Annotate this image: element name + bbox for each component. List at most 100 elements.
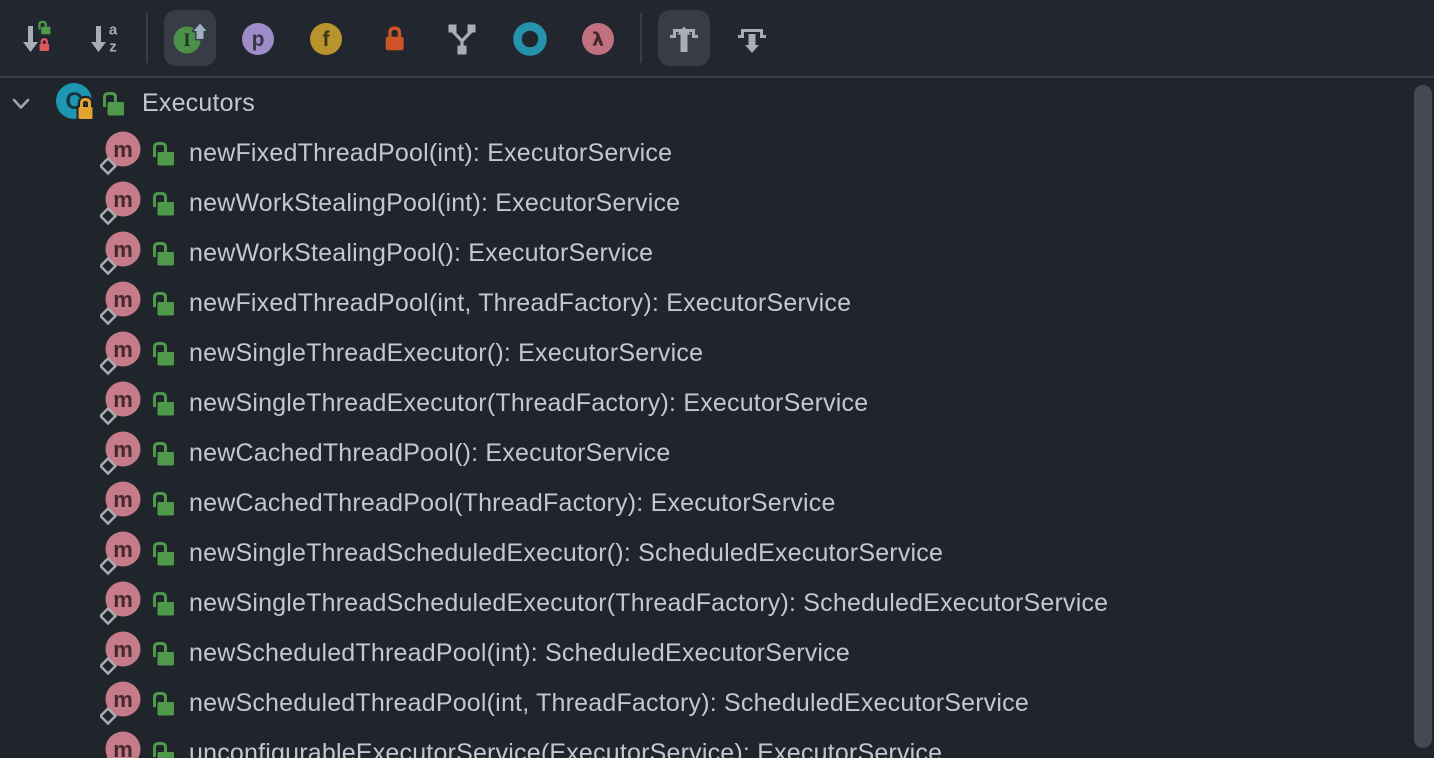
- structure-item-row[interactable]: m newScheduledThreadPool(int, ThreadFact…: [0, 678, 1434, 728]
- method-icon: m: [100, 430, 144, 476]
- arrow-up-into-frame-icon: [666, 20, 702, 56]
- structure-toolbar: a z I p f: [0, 0, 1434, 78]
- class-icon: C: [54, 81, 98, 125]
- structure-item-label: newFixedThreadPool(int): ExecutorService: [189, 139, 672, 168]
- toolbar-separator: [640, 13, 642, 63]
- show-properties-icon: p: [240, 20, 276, 56]
- public-visibility-icon: [150, 240, 176, 267]
- svg-text:z: z: [109, 39, 117, 56]
- svg-text:λ: λ: [592, 29, 604, 51]
- structure-item-label: newScheduledThreadPool(int, ThreadFactor…: [189, 689, 1029, 718]
- structure-item-label: newSingleThreadScheduledExecutor(): Sche…: [189, 539, 943, 568]
- public-visibility-icon: [150, 690, 176, 717]
- public-visibility-icon: [150, 190, 176, 217]
- method-icon: m: [100, 730, 144, 758]
- structure-item-row[interactable]: m newWorkStealingPool(int): ExecutorServ…: [0, 178, 1434, 228]
- show-lambdas-button[interactable]: λ: [572, 10, 624, 66]
- svg-text:m: m: [113, 187, 133, 212]
- svg-text:m: m: [113, 237, 133, 262]
- public-visibility-icon: [150, 390, 176, 417]
- public-visibility-icon: [150, 640, 176, 667]
- public-visibility-icon: [150, 490, 176, 517]
- structure-item-label: unconfigurableExecutorService(ExecutorSe…: [189, 739, 942, 758]
- show-fields-icon: f: [308, 20, 344, 56]
- structure-item-row[interactable]: m newFixedThreadPool(int): ExecutorServi…: [0, 128, 1434, 178]
- toolbar-separator: [146, 13, 148, 63]
- anonymous-class-icon: [444, 20, 480, 56]
- structure-item-label: newScheduledThreadPool(int): ScheduledEx…: [189, 639, 850, 668]
- structure-item-label: newWorkStealingPool(): ExecutorService: [189, 239, 653, 268]
- structure-item-row[interactable]: m newWorkStealingPool(): ExecutorService: [0, 228, 1434, 278]
- structure-popup: a z I p f: [0, 0, 1434, 758]
- structure-item-label: newWorkStealingPool(int): ExecutorServic…: [189, 189, 680, 218]
- structure-item-row[interactable]: m newSingleThreadExecutor(ThreadFactory)…: [0, 378, 1434, 428]
- arrow-down-from-frame-icon: [734, 20, 770, 56]
- method-icon: m: [100, 480, 144, 526]
- public-visibility-icon: [150, 140, 176, 167]
- structure-item-row[interactable]: m newCachedThreadPool(): ExecutorService: [0, 428, 1434, 478]
- sort-by-visibility-icon: [18, 20, 54, 56]
- structure-root-row[interactable]: C Executors: [0, 78, 1434, 128]
- structure-item-row[interactable]: m newSingleThreadScheduledExecutor(Threa…: [0, 578, 1434, 628]
- structure-item-row[interactable]: m unconfigurableExecutorService(Executor…: [0, 728, 1434, 758]
- method-icon: m: [100, 580, 144, 626]
- final-lock-badge: [77, 100, 95, 122]
- show-fields-button[interactable]: f: [300, 10, 352, 66]
- method-icon: m: [100, 230, 144, 276]
- structure-item-label: newCachedThreadPool(): ExecutorService: [189, 439, 670, 468]
- svg-text:f: f: [323, 28, 331, 51]
- svg-text:m: m: [113, 637, 133, 662]
- svg-text:m: m: [113, 687, 133, 712]
- svg-text:m: m: [113, 137, 133, 162]
- public-visibility-icon: [150, 540, 176, 567]
- svg-text:p: p: [252, 28, 265, 51]
- show-non-public-button[interactable]: [368, 10, 420, 66]
- public-visibility-icon: [150, 740, 176, 758]
- show-inherited-button[interactable]: I: [164, 10, 216, 66]
- svg-text:m: m: [113, 337, 133, 362]
- svg-text:m: m: [113, 737, 133, 758]
- structure-item-label: newFixedThreadPool(int, ThreadFactory): …: [189, 289, 851, 318]
- sort-alphabetically-button[interactable]: a z: [78, 10, 130, 66]
- structure-item-row[interactable]: m newFixedThreadPool(int, ThreadFactory)…: [0, 278, 1434, 328]
- vertical-scrollbar-thumb[interactable]: [1414, 85, 1432, 748]
- show-properties-button[interactable]: p: [232, 10, 284, 66]
- method-icon: m: [100, 180, 144, 226]
- structure-item-row[interactable]: m newCachedThreadPool(ThreadFactory): Ex…: [0, 478, 1434, 528]
- structure-item-row[interactable]: m newSingleThreadExecutor(): ExecutorSer…: [0, 328, 1434, 378]
- method-rows: m newFixedThreadPool(int): ExecutorServi…: [0, 128, 1434, 758]
- public-visibility-icon: [150, 340, 176, 367]
- svg-text:m: m: [113, 437, 133, 462]
- chevron-down-icon[interactable]: [8, 90, 34, 116]
- sort-by-visibility-button[interactable]: [10, 10, 62, 66]
- public-visibility-icon: [100, 90, 126, 117]
- svg-text:m: m: [113, 537, 133, 562]
- show-anonymous-classes-button[interactable]: [436, 10, 488, 66]
- structure-item-label: newSingleThreadExecutor(ThreadFactory): …: [189, 389, 868, 418]
- method-icon: m: [100, 280, 144, 326]
- autoscroll-to-source-button[interactable]: [658, 10, 710, 66]
- root-class-label: Executors: [142, 89, 255, 118]
- method-icon: m: [100, 530, 144, 576]
- svg-text:m: m: [113, 587, 133, 612]
- method-icon: m: [100, 680, 144, 726]
- public-visibility-icon: [150, 440, 176, 467]
- public-visibility-icon: [150, 290, 176, 317]
- method-icon: m: [100, 380, 144, 426]
- structure-item-label: newSingleThreadScheduledExecutor(ThreadF…: [189, 589, 1108, 618]
- structure-item-row[interactable]: m newSingleThreadScheduledExecutor(): Sc…: [0, 528, 1434, 578]
- autoscroll-from-source-button[interactable]: [726, 10, 778, 66]
- lambda-icon: λ: [580, 20, 616, 56]
- svg-text:a: a: [109, 22, 118, 39]
- method-icon: m: [100, 130, 144, 176]
- object-ring-icon: [512, 20, 548, 56]
- structure-item-row[interactable]: m newScheduledThreadPool(int): Scheduled…: [0, 628, 1434, 678]
- method-icon: m: [100, 630, 144, 676]
- non-public-lock-icon: [376, 20, 412, 56]
- svg-text:m: m: [113, 487, 133, 512]
- svg-text:m: m: [113, 387, 133, 412]
- method-icon: m: [100, 330, 144, 376]
- show-objects-button[interactable]: [504, 10, 556, 66]
- sort-alphabetically-icon: a z: [86, 20, 122, 56]
- svg-text:I: I: [183, 30, 190, 51]
